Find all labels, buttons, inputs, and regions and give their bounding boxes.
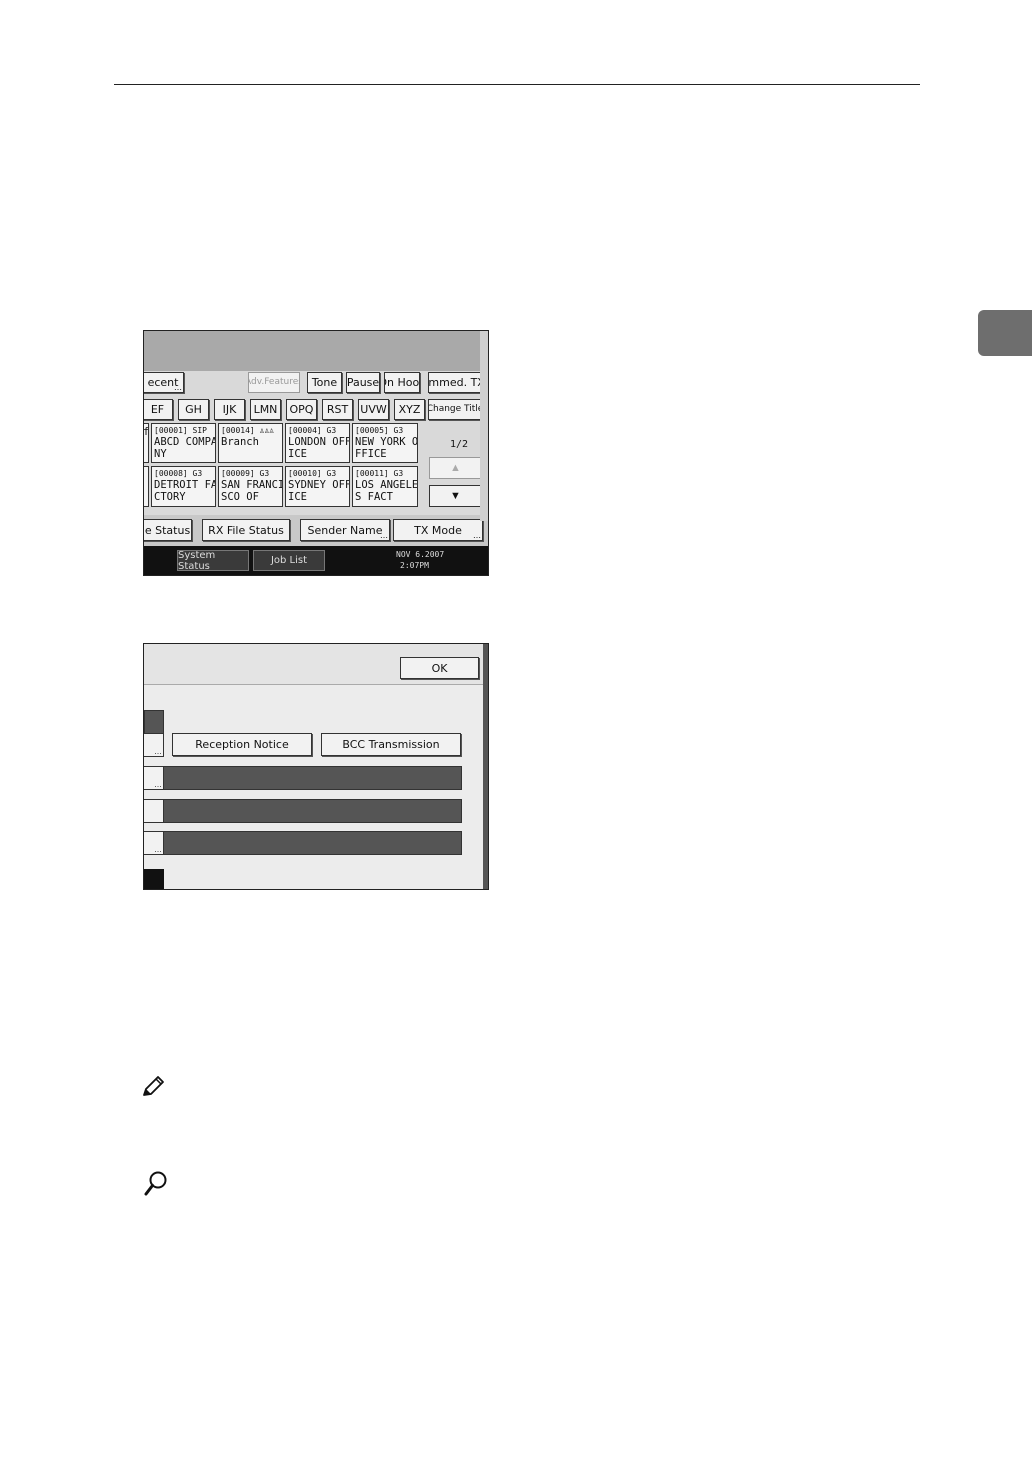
job-list-button[interactable]: Job List	[253, 550, 325, 571]
pause-button[interactable]: Pause	[346, 372, 380, 393]
title-bar	[144, 331, 488, 371]
destination-key[interactable]: [00005] G3 NEW YORK O FFICE	[352, 423, 418, 463]
chapter-tab	[978, 310, 1032, 356]
pencil-icon	[141, 1075, 167, 1104]
sender-name-button[interactable]: Sender Name…	[300, 519, 390, 541]
option-stub-button[interactable]: …	[144, 831, 164, 855]
magnifier-icon	[143, 1170, 169, 1203]
destination-stub[interactable]: f	[144, 423, 149, 463]
bcc-transmission-button[interactable]: BCC Transmission	[321, 733, 461, 756]
destination-key[interactable]: [00014] ♙♙♙ Branch	[218, 423, 283, 463]
option-stub-button[interactable]	[144, 799, 164, 823]
index-tab-uvw[interactable]: UVW	[358, 399, 389, 420]
destination-key[interactable]: [00001] SIP ABCD COMPA NY	[151, 423, 216, 463]
date-time: NOV 6.2007 2:07PM	[396, 550, 445, 570]
scroll-up-button[interactable]: ▲	[429, 457, 482, 479]
fax-screen-destination: ecent… Adv.Features Tone Pause On Hook I…	[143, 330, 489, 576]
system-status-button[interactable]: System Status	[177, 550, 249, 572]
status-bar: System Status Job List NOV 6.2007 2:07PM	[144, 546, 488, 575]
option-bar	[163, 766, 462, 790]
index-tab-ijk[interactable]: IJK	[214, 399, 245, 420]
option-bar	[163, 831, 462, 855]
option-bar	[163, 799, 462, 823]
immed-tx-button[interactable]: Immed. TX	[428, 372, 482, 393]
recent-button[interactable]: ecent…	[144, 372, 184, 393]
on-hook-button[interactable]: On Hook	[384, 372, 420, 393]
destination-key[interactable]: [00010] G3 SYDNEY OFF ICE	[285, 466, 350, 507]
status-bar-stub	[144, 869, 164, 889]
option-header-stub	[144, 710, 164, 734]
tone-button[interactable]: Tone	[307, 372, 342, 393]
screen-edge	[483, 644, 488, 889]
ok-button[interactable]: OK	[400, 657, 479, 679]
index-tab-lmn[interactable]: LMN	[250, 399, 281, 420]
destination-key[interactable]: [00011] G3 LOS ANGELE S FACT	[352, 466, 418, 507]
index-tab-rst[interactable]: RST	[322, 399, 353, 420]
destination-key[interactable]: [00009] G3 SAN FRANCI SCO OF	[218, 466, 283, 507]
page-indicator: 1/2	[449, 439, 469, 450]
index-tab-ef[interactable]: EF	[144, 399, 173, 420]
file-status-button[interactable]: le Status	[144, 519, 192, 541]
destination-key[interactable]: [00004] G3 LONDON OFF ICE	[285, 423, 350, 463]
option-stub-button[interactable]: …	[144, 733, 164, 757]
change-title-button[interactable]: Change Title	[428, 399, 482, 420]
index-tab-xyz[interactable]: XYZ	[394, 399, 425, 420]
index-tab-opq[interactable]: OPQ	[286, 399, 317, 420]
destination-stub[interactable]	[144, 466, 149, 507]
reception-notice-button[interactable]: Reception Notice	[172, 733, 312, 756]
index-tab-gh[interactable]: GH	[178, 399, 209, 420]
fax-screen-options: OK … Reception Notice BCC Transmission ……	[143, 643, 489, 890]
option-stub-button[interactable]: …	[144, 766, 164, 790]
header-rule	[114, 84, 920, 85]
scroll-down-button[interactable]: ▼	[429, 485, 482, 507]
destination-key[interactable]: [00008] G3 DETROIT FA CTORY	[151, 466, 216, 507]
adv-features-button[interactable]: Adv.Features	[248, 372, 300, 393]
screen-edge	[480, 331, 488, 521]
rx-file-status-button[interactable]: RX File Status	[202, 519, 290, 541]
tx-mode-button[interactable]: TX Mode…	[393, 519, 483, 541]
